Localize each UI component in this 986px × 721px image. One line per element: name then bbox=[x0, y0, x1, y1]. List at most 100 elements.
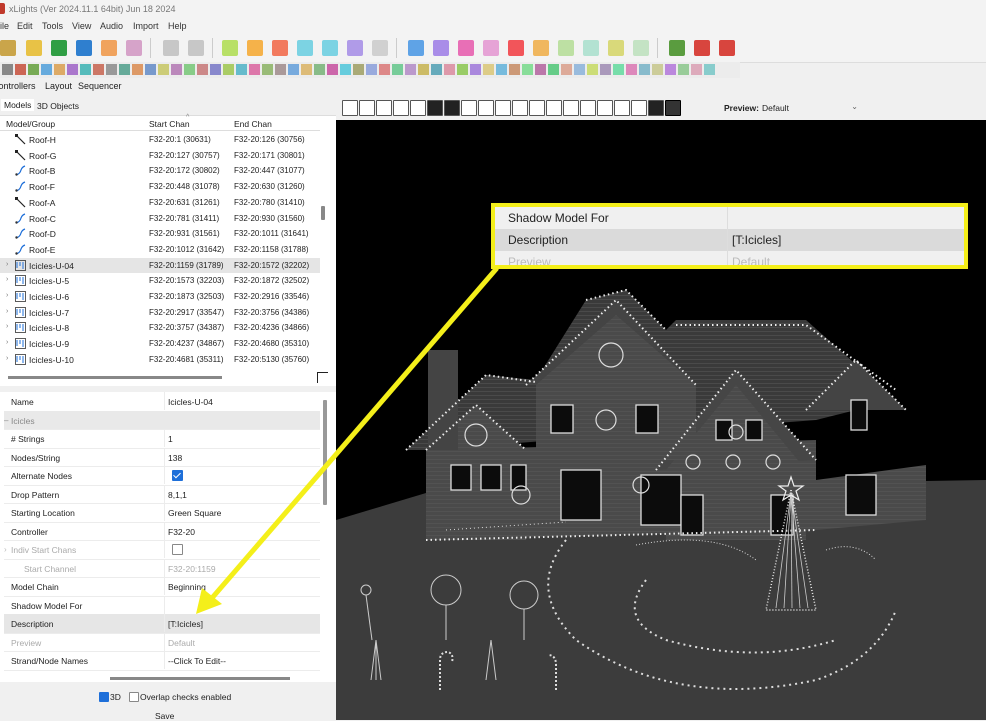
effect-icon[interactable] bbox=[626, 64, 637, 75]
table-row[interactable]: › Icicles-U-04 F32-20:1159 (31789) F32-20:1… bbox=[0, 257, 320, 274]
prop-value-strings[interactable]: 1 bbox=[168, 434, 173, 444]
effect-icon[interactable] bbox=[340, 64, 351, 75]
list-icon[interactable] bbox=[558, 40, 574, 56]
prop-row-name[interactable]: Name Icicles-U-04 bbox=[4, 392, 320, 412]
effect-icon[interactable] bbox=[132, 64, 143, 75]
trash-icon[interactable] bbox=[188, 40, 204, 56]
expand-arrow-icon[interactable]: › bbox=[6, 276, 8, 283]
effect-icon[interactable] bbox=[548, 64, 559, 75]
effect-icon[interactable] bbox=[405, 64, 416, 75]
prop-row-model-chain[interactable]: Model Chain Beginning bbox=[4, 577, 320, 597]
prop-category-icicles[interactable]: – Icicles bbox=[4, 410, 320, 430]
collapse-icon[interactable]: – bbox=[4, 416, 8, 425]
model-list-hscrollbar[interactable] bbox=[8, 376, 222, 379]
effect-icon[interactable] bbox=[184, 64, 195, 75]
effect-icon[interactable] bbox=[327, 64, 338, 75]
new-sequence-icon[interactable] bbox=[0, 40, 16, 56]
table-row[interactable]: › Icicles-U-10 F32-20:4681 (35311) F32-20:5… bbox=[0, 352, 320, 368]
effects-icon[interactable] bbox=[483, 40, 499, 56]
save-icon[interactable] bbox=[76, 40, 92, 56]
prop-value-start-chan[interactable]: F32-20:1159 bbox=[168, 564, 216, 574]
effect-icon[interactable] bbox=[93, 64, 104, 75]
expand-arrow-icon[interactable]: › bbox=[6, 261, 8, 268]
effect-icon[interactable] bbox=[54, 64, 65, 75]
tab-models[interactable]: Models bbox=[1, 99, 35, 111]
table-row[interactable]: Roof-G F32-20:127 (30757) F32-20:171 (3080… bbox=[0, 148, 320, 164]
prop-value-nodes[interactable]: 138 bbox=[168, 453, 182, 463]
grid-icon[interactable] bbox=[433, 40, 449, 56]
effect-icon[interactable] bbox=[171, 64, 182, 75]
effect-icon[interactable] bbox=[353, 64, 364, 75]
effect-icon[interactable] bbox=[301, 64, 312, 75]
prop-value-strand[interactable]: --Click To Edit-- bbox=[168, 656, 226, 666]
prop-row-preview[interactable]: Preview Default bbox=[4, 632, 320, 652]
expand-arrow-icon[interactable]: › bbox=[6, 292, 8, 299]
prop-value-preview[interactable]: Default bbox=[168, 638, 195, 648]
custom-tool-icon[interactable] bbox=[427, 100, 443, 116]
effect-icon[interactable] bbox=[2, 64, 13, 75]
effect-icon[interactable] bbox=[535, 64, 546, 75]
menu-view[interactable]: View bbox=[72, 21, 91, 31]
zoom-in-icon[interactable] bbox=[669, 40, 685, 56]
table-row[interactable]: › Icicles-U-7 F32-20:2917 (33547) F32-20:37… bbox=[0, 305, 320, 321]
indiv-start-checkbox[interactable] bbox=[172, 544, 183, 555]
wreath-tool-icon[interactable] bbox=[648, 100, 664, 116]
table-row[interactable]: Roof-C F32-20:781 (31411) F32-20:930 (3156… bbox=[0, 211, 320, 227]
window-tool-icon[interactable] bbox=[614, 100, 630, 116]
star-tool-icon[interactable] bbox=[580, 100, 596, 116]
table-row[interactable]: Roof-H F32-20:1 (30631) F32-20:126 (30756) bbox=[0, 132, 320, 148]
effect-icon[interactable] bbox=[691, 64, 702, 75]
channel-block-tool-icon[interactable] bbox=[393, 100, 409, 116]
effect-icon[interactable] bbox=[509, 64, 520, 75]
icicles-tool-icon[interactable] bbox=[461, 100, 477, 116]
sphere-tool-icon[interactable] bbox=[546, 100, 562, 116]
effect-icon[interactable] bbox=[704, 64, 715, 75]
cube-tool-icon[interactable] bbox=[410, 100, 426, 116]
effect-icon[interactable] bbox=[418, 64, 429, 75]
tab-sequencer[interactable]: Sequencer bbox=[78, 81, 122, 91]
matrix-tool-icon[interactable] bbox=[529, 100, 545, 116]
gear-icon[interactable] bbox=[408, 40, 424, 56]
settings-icon[interactable] bbox=[126, 40, 142, 56]
effect-icon[interactable] bbox=[587, 64, 598, 75]
download-tool-icon[interactable] bbox=[631, 100, 647, 116]
overlap-checkbox[interactable] bbox=[129, 692, 139, 702]
play-icon[interactable] bbox=[222, 40, 238, 56]
effect-icon[interactable] bbox=[158, 64, 169, 75]
tab-controllers[interactable]: Controllers bbox=[0, 81, 36, 91]
effect-icon[interactable] bbox=[366, 64, 377, 75]
tab-layout[interactable]: Layout bbox=[45, 81, 72, 91]
image-tool-icon[interactable] bbox=[478, 100, 494, 116]
expand-arrow-icon[interactable]: › bbox=[6, 355, 8, 362]
3d-checkbox[interactable] bbox=[99, 692, 109, 702]
candycane-tool-icon[interactable] bbox=[359, 100, 375, 116]
effect-icon[interactable] bbox=[483, 64, 494, 75]
table-row[interactable]: Roof-F F32-20:448 (31078) F32-20:630 (3126… bbox=[0, 179, 320, 195]
effect-icon[interactable] bbox=[15, 64, 26, 75]
sparkle-icon[interactable] bbox=[583, 40, 599, 56]
globe-icon[interactable] bbox=[633, 40, 649, 56]
effect-icon[interactable] bbox=[613, 64, 624, 75]
prop-value-start-loc[interactable]: Green Square bbox=[168, 508, 221, 518]
forward-icon[interactable] bbox=[322, 40, 338, 56]
effect-icon[interactable] bbox=[28, 64, 39, 75]
prop-value-controller[interactable]: F32-20 bbox=[168, 527, 195, 537]
add-object-tool-icon[interactable] bbox=[665, 100, 681, 116]
effect-icon[interactable] bbox=[600, 64, 611, 75]
prop-row-indiv-start[interactable]: › Indiv Start Chans bbox=[4, 540, 320, 560]
render-icon[interactable] bbox=[101, 40, 117, 56]
table-row[interactable]: › Icicles-U-6 F32-20:1873 (32503) F32-20:29… bbox=[0, 289, 320, 305]
zoom-out-icon[interactable] bbox=[694, 40, 710, 56]
column-header-model[interactable]: Model/Group bbox=[6, 119, 55, 129]
person-icon[interactable] bbox=[163, 40, 179, 56]
column-header-end[interactable]: End Chan bbox=[234, 119, 272, 129]
alternate-nodes-checkbox[interactable] bbox=[172, 470, 183, 481]
table-row[interactable]: Roof-B F32-20:172 (30802) F32-20:447 (3107… bbox=[0, 163, 320, 179]
warning-icon[interactable] bbox=[508, 40, 524, 56]
menu-file[interactable]: ile bbox=[0, 21, 9, 31]
effect-icon[interactable] bbox=[392, 64, 403, 75]
prop-row-shadow-model[interactable]: Shadow Model For bbox=[4, 595, 320, 615]
effect-icon[interactable] bbox=[457, 64, 468, 75]
effect-icon[interactable] bbox=[145, 64, 156, 75]
menu-tools[interactable]: Tools bbox=[42, 21, 63, 31]
